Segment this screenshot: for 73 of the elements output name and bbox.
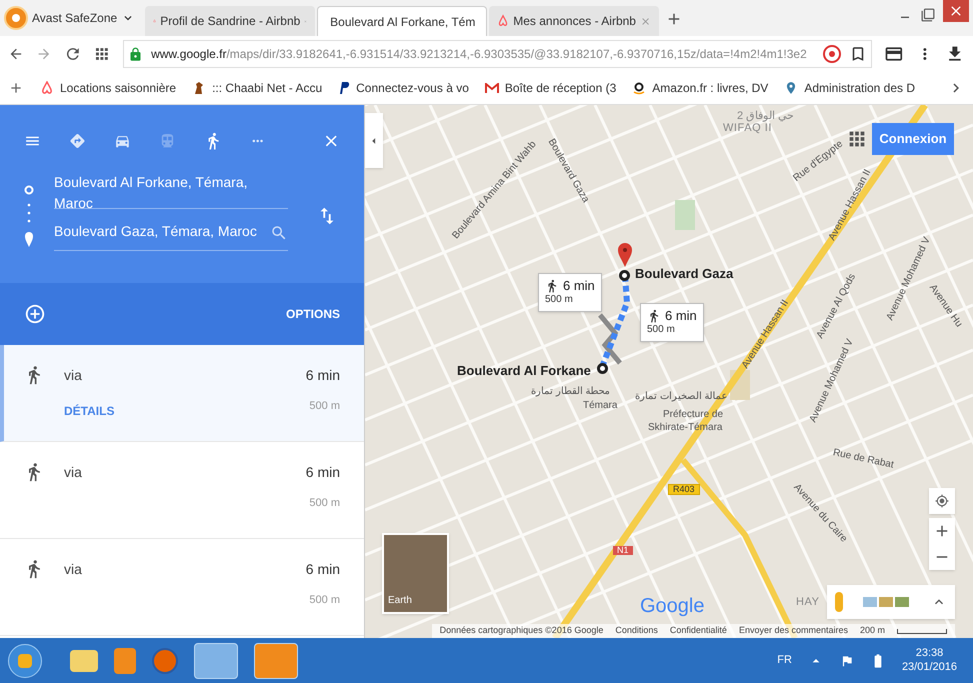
imagery-thumbnails-drawing[interactable] (863, 597, 909, 607)
footer-link[interactable]: Confidentialité (670, 624, 727, 638)
district-label: حي الوفاق 2 (737, 111, 794, 122)
attribution-text: Données cartographiques ©2016 Google (440, 624, 604, 638)
road-number-badge: N1 (613, 546, 633, 555)
route-distance: 500 m (647, 324, 676, 337)
ad-block-icon[interactable] (822, 45, 841, 63)
route-distance: 500 m (309, 496, 340, 511)
google-logo: Google (640, 594, 704, 619)
lock-icon (128, 46, 144, 62)
district-label: WIFAQ II (723, 123, 772, 134)
tab-title: Boulevard Al Forkane, Tém (330, 14, 476, 30)
start-button[interactable] (8, 644, 42, 678)
earth-label: Earth (388, 594, 412, 608)
url-text: www.google.fr/maps/dir/33.9182641,-6.931514/33.9213214,-6.9303535/@33.9182107,-6.9370716,15z/data=!4m2!4m1!3e2 (151, 46, 807, 63)
back-arrow-icon[interactable] (8, 46, 24, 62)
bookmark-link[interactable]: Locations saisonnière (60, 79, 176, 97)
bookmark-link[interactable]: Administration des D (804, 79, 916, 97)
route-time: 6 min (563, 278, 595, 294)
bookmark-link[interactable]: Boîte de réception (3 (504, 79, 616, 97)
bookmark-link[interactable]: Connectez-vous à vo (356, 79, 469, 97)
earth-thumbnail[interactable]: Earth (382, 533, 449, 614)
route-time: 6 min (306, 463, 340, 482)
address-field[interactable]: www.google.fr/maps/dir/33.9182641,-6.931514/33.9213214,-6.9303535/@33.9182107,-6.9370716,15z/data=!4m2!4m1!3e2 (123, 40, 872, 68)
close-window-button[interactable] (943, 0, 969, 22)
scale-bar-icon (897, 628, 947, 634)
footer-link[interactable]: Envoyer des commentaires (738, 624, 848, 638)
route-via: via (64, 560, 83, 579)
route-dots-icon (24, 185, 34, 247)
browser-tab[interactable]: Profil de Sandrine - Airbnb (145, 6, 316, 36)
route-distance: 500 m (309, 399, 340, 414)
place-label: محطة القطار تمارة (531, 387, 610, 397)
add-destination-icon[interactable] (24, 303, 46, 325)
sign-in-button[interactable]: Connexion (872, 123, 954, 155)
location-target-icon (935, 494, 949, 508)
clock-date[interactable]: 23/01/2016 (902, 660, 957, 674)
clock-time[interactable]: 23:38 (916, 646, 944, 660)
place-label: Boulevard Al Forkane (457, 364, 591, 377)
tab-title: Mes annonces - Airbnb (513, 13, 636, 30)
browser-tab[interactable]: Mes annonces - Airbnb (489, 6, 660, 36)
envelope-icon (484, 82, 499, 94)
destination-field[interactable]: Boulevard Gaza, Témara, Maroc (54, 209, 288, 251)
origin-field[interactable]: Boulevard Al Forkane, Témara, Maroc (54, 177, 288, 209)
footer-link[interactable]: Conditions (615, 624, 658, 638)
place-label: Boulevard Gaza (635, 267, 734, 280)
tab-title: Profil de Sandrine - Airbnb (160, 13, 300, 30)
route-via: via (64, 366, 83, 385)
airbnb-logo-icon (497, 14, 510, 28)
route-distance: 500 m (545, 294, 574, 307)
options-button[interactable]: OPTIONS (286, 305, 340, 323)
browser-menu-button[interactable]: Avast SafeZone (32, 9, 136, 27)
bookmark-link[interactable]: ::: Chaabi Net - Accu (212, 79, 322, 97)
route-time: 6 min (665, 308, 697, 324)
route-time: 6 min (306, 560, 340, 579)
my-location-button[interactable] (929, 488, 955, 514)
route-time: 6 min (306, 366, 340, 385)
restore-icon[interactable] (921, 8, 935, 22)
route-option[interactable]: via DÉTAILS 6 min 500 m (0, 345, 364, 442)
scale-label: 200 m (860, 624, 885, 638)
browser-tab[interactable]: Boulevard Al Forkane, Tém (317, 6, 488, 36)
language-indicator[interactable]: FR (777, 652, 792, 669)
bookmark-link[interactable]: Amazon.fr : livres, DV (652, 79, 768, 97)
destination-marker-icon (618, 243, 632, 267)
road-number-badge: R403 (668, 484, 700, 495)
amazon-logo-icon (632, 81, 646, 95)
search-icon[interactable] (270, 224, 288, 242)
district-label: HAY (796, 597, 820, 608)
airbnb-logo-icon (40, 81, 54, 95)
street-label: Rue de Rabat (832, 448, 894, 471)
paypal-logo-icon (338, 81, 350, 95)
route-via: via (64, 463, 83, 482)
place-label: Témara (583, 401, 618, 411)
route-distance: 500 m (309, 593, 340, 608)
